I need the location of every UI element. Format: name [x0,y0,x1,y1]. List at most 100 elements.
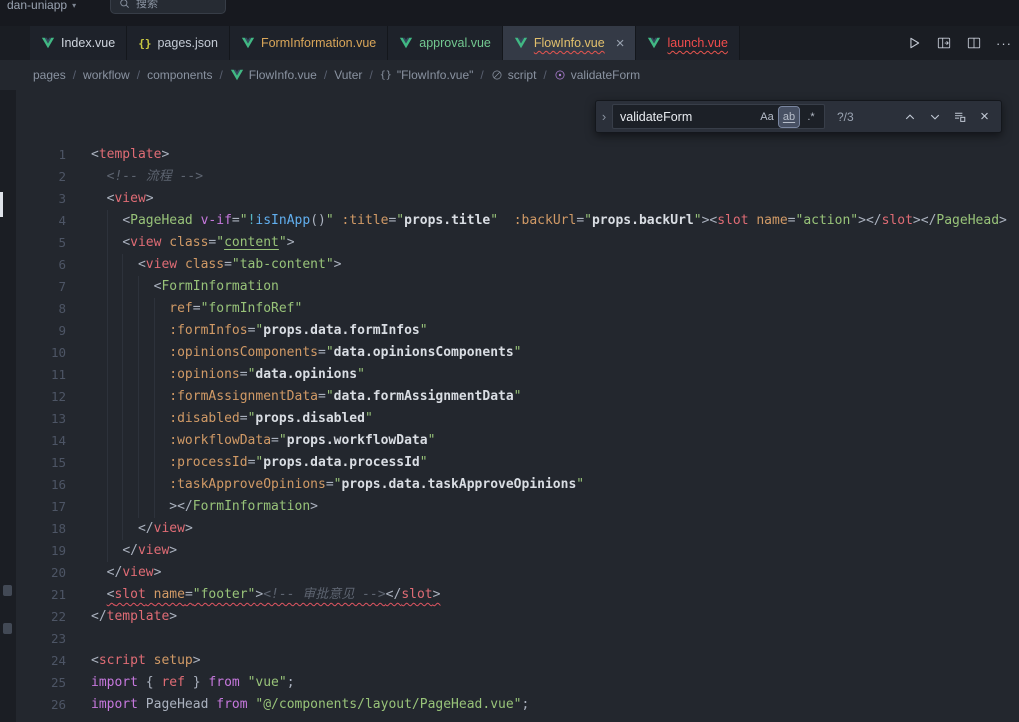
line-number[interactable]: 20 [16,562,66,584]
code-line-15[interactable]: 15 :processId="props.data.processId" [16,452,1019,474]
breadcrumb-item-script[interactable]: script [491,68,537,82]
vue-file-icon [399,36,413,50]
previous-match-button[interactable] [898,105,921,128]
line-number[interactable]: 5 [16,232,66,254]
line-number[interactable]: 14 [16,430,66,452]
code-line-8[interactable]: 8 ref="formInfoRef" [16,298,1019,320]
breadcrumb-item-validateForm[interactable]: validateForm [554,68,640,82]
breadcrumb-item-FlowInfo.vue[interactable]: {}"FlowInfo.vue" [380,68,474,82]
breadcrumb-item-pages[interactable]: pages [33,68,66,82]
code-line-6[interactable]: 6 <view class="tab-content"> [16,254,1019,276]
line-content: :processId="props.data.processId" [91,452,428,474]
tab-label: approval.vue [419,36,491,50]
line-number[interactable]: 24 [16,650,66,672]
line-number[interactable]: 7 [16,276,66,298]
find-in-selection-button[interactable] [948,105,971,128]
code-line-7[interactable]: 7 <FormInformation [16,276,1019,298]
line-number[interactable]: 22 [16,606,66,628]
breadcrumb-item-Vuter[interactable]: Vuter [334,68,362,82]
code-line-26[interactable]: 26import PageHead from "@/components/lay… [16,694,1019,716]
code-line-19[interactable]: 19 </view> [16,540,1019,562]
tab-label: FormInformation.vue [261,36,376,50]
regex-button[interactable]: .* [801,107,821,127]
code-line-3[interactable]: 3 <view> [16,188,1019,210]
tab-pages.json[interactable]: {}pages.json [127,26,230,60]
find-input[interactable] [620,110,755,124]
match-case-button[interactable]: Aa [757,107,777,127]
line-number[interactable]: 19 [16,540,66,562]
code-line-13[interactable]: 13 :disabled="props.disabled" [16,408,1019,430]
line-number[interactable]: 17 [16,496,66,518]
search-label: 搜索 [136,0,158,11]
code-line-2[interactable]: 2 <!-- 流程 --> [16,166,1019,188]
chevron-down-icon: ▾ [72,1,76,10]
breadcrumb-label: pages [33,68,66,82]
line-number[interactable]: 18 [16,518,66,540]
code-line-17[interactable]: 17 ></FormInformation> [16,496,1019,518]
code-line-16[interactable]: 16 :taskApproveOpinions="props.data.task… [16,474,1019,496]
whole-word-button[interactable]: ab [779,107,799,127]
line-number[interactable]: 25 [16,672,66,694]
line-number[interactable]: 1 [16,144,66,166]
line-number[interactable]: 10 [16,342,66,364]
next-match-button[interactable] [923,105,946,128]
vue-icon [230,68,244,82]
code-line-11[interactable]: 11 :opinions="data.opinions" [16,364,1019,386]
line-number[interactable]: 21 [16,584,66,606]
line-content: :opinionsComponents="data.opinionsCompon… [91,342,522,364]
breadcrumb-item-components[interactable]: components [147,68,212,82]
line-number[interactable]: 12 [16,386,66,408]
line-content: :opinions="data.opinions" [91,364,365,386]
line-number[interactable]: 16 [16,474,66,496]
code-line-23[interactable]: 23 [16,628,1019,650]
close-find-button[interactable]: × [973,105,996,128]
open-preview-button[interactable] [931,30,957,56]
split-editor-button[interactable] [961,30,987,56]
code-line-18[interactable]: 18 </view> [16,518,1019,540]
code-line-10[interactable]: 10 :opinionsComponents="data.opinionsCom… [16,342,1019,364]
code-line-22[interactable]: 22</template> [16,606,1019,628]
code-line-5[interactable]: 5 <view class="content"> [16,232,1019,254]
sidebar-item-fragment [3,585,12,596]
code-line-4[interactable]: 4 <PageHead v-if="!isInApp()" :title="pr… [16,210,1019,232]
toggle-replace-chevron-icon[interactable]: › [596,101,612,132]
breadcrumb-item-workflow[interactable]: workflow [83,68,130,82]
line-number[interactable]: 8 [16,298,66,320]
breadcrumb-item-FlowInfo.vue[interactable]: FlowInfo.vue [230,68,317,82]
line-number[interactable]: 4 [16,210,66,232]
more-actions-button[interactable]: ··· [991,30,1017,56]
code-line-20[interactable]: 20 </view> [16,562,1019,584]
line-number[interactable]: 13 [16,408,66,430]
line-number[interactable]: 2 [16,166,66,188]
workspace-menu[interactable]: dan-uniapp ▾ [7,0,76,12]
line-number[interactable]: 23 [16,628,66,650]
close-tab-icon[interactable]: × [616,36,625,51]
line-number[interactable]: 6 [16,254,66,276]
editor-actions: ··· [901,26,1019,60]
line-number[interactable]: 26 [16,694,66,716]
line-content: <view class="tab-content"> [91,254,341,276]
tab-launch.vue[interactable]: launch.vue [636,26,739,60]
code-line-1[interactable]: 1<template> [16,144,1019,166]
code-line-12[interactable]: 12 :formAssignmentData="data.formAssignm… [16,386,1019,408]
run-file-button[interactable] [901,30,927,56]
line-number[interactable]: 3 [16,188,66,210]
breadcrumb-separator: / [369,68,372,82]
breadcrumb-separator: / [137,68,140,82]
left-sidebar-edge [0,90,16,722]
line-number[interactable]: 9 [16,320,66,342]
tab-FlowInfo.vue[interactable]: FlowInfo.vue × [503,26,637,60]
tab-Index.vue[interactable]: Index.vue [30,26,127,60]
code-line-25[interactable]: 25import { ref } from "vue"; [16,672,1019,694]
line-number[interactable]: 11 [16,364,66,386]
code-line-14[interactable]: 14 :workflowData="props.workflowData" [16,430,1019,452]
tab-label: FlowInfo.vue [534,36,605,50]
tab-FormInformation.vue[interactable]: FormInformation.vue [230,26,388,60]
command-center-search[interactable]: 搜索 [110,0,226,14]
line-number[interactable]: 15 [16,452,66,474]
code-line-21[interactable]: 21 <slot name="footer"><!-- 审批意见 --></sl… [16,584,1019,606]
breadcrumb-separator: / [219,68,222,82]
tab-approval.vue[interactable]: approval.vue [388,26,503,60]
code-line-9[interactable]: 9 :formInfos="props.data.formInfos" [16,320,1019,342]
code-line-24[interactable]: 24<script setup> [16,650,1019,672]
